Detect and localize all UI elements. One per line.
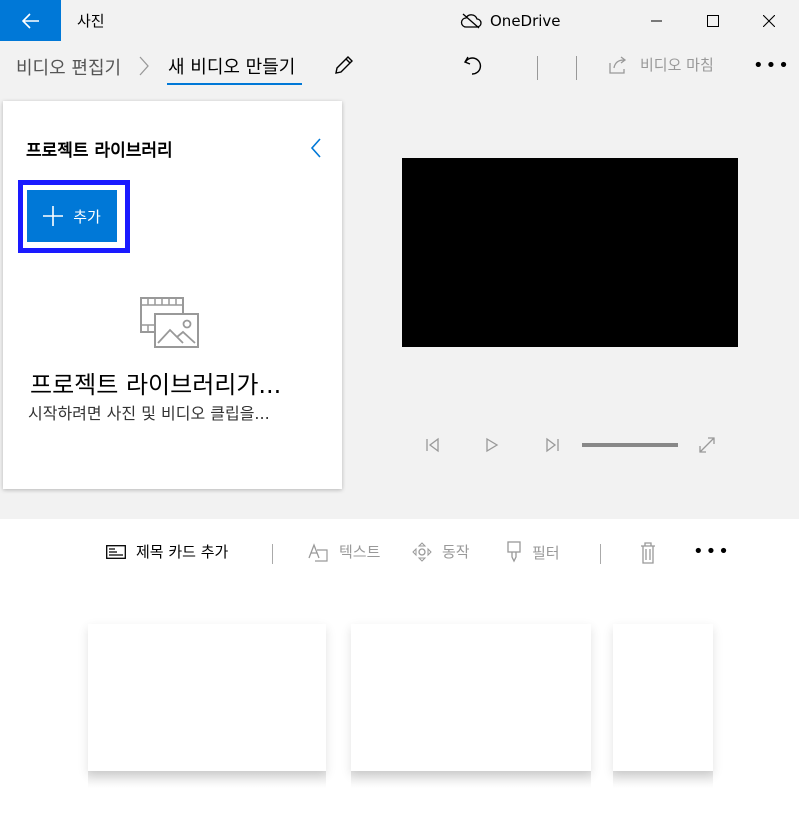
empty-library-subtitle: 시작하려면 사진 및 비디오 클립을... bbox=[28, 404, 270, 423]
play-icon[interactable] bbox=[485, 436, 499, 454]
nav-bar: 비디오 편집기 새 비디오 만들기 비디오 마침 ••• bbox=[0, 41, 799, 93]
motion-button[interactable]: 동작 bbox=[412, 541, 470, 562]
app-title: 사진 bbox=[77, 12, 105, 30]
video-preview[interactable] bbox=[402, 158, 738, 347]
text-button[interactable]: 텍스트 bbox=[307, 541, 380, 562]
close-button[interactable] bbox=[741, 0, 797, 41]
finish-video-label: 비디오 마침 bbox=[640, 56, 714, 74]
toolbar-divider bbox=[600, 544, 601, 564]
motion-icon bbox=[412, 541, 432, 562]
playback-scrubber[interactable] bbox=[582, 443, 678, 447]
text-label: 텍스트 bbox=[339, 543, 381, 561]
chevron-right-icon bbox=[139, 56, 149, 76]
text-icon bbox=[308, 542, 328, 562]
arrow-left-icon bbox=[21, 12, 39, 29]
library-title: 프로젝트 라이브러리 bbox=[26, 141, 173, 161]
onedrive-label: OneDrive bbox=[490, 11, 561, 30]
breadcrumb-parent[interactable]: 비디오 편집기 bbox=[16, 54, 121, 80]
storyboard-more-button[interactable]: ••• bbox=[693, 541, 731, 562]
trash-icon[interactable] bbox=[640, 542, 656, 564]
title-card-icon bbox=[106, 544, 126, 559]
add-title-card-button[interactable]: 제목 카드 추가 bbox=[106, 541, 228, 562]
maximize-icon bbox=[707, 14, 719, 27]
more-options-button[interactable]: ••• bbox=[753, 55, 791, 76]
add-button[interactable]: 추가 bbox=[27, 190, 117, 242]
breadcrumb-underline bbox=[167, 83, 302, 85]
close-icon bbox=[763, 14, 775, 27]
motion-label: 동작 bbox=[442, 543, 470, 561]
maximize-button[interactable] bbox=[685, 0, 741, 41]
filter-button[interactable]: 필터 bbox=[506, 541, 560, 563]
toolbar-divider bbox=[272, 544, 273, 564]
plus-icon bbox=[43, 206, 64, 226]
fullscreen-icon[interactable] bbox=[698, 436, 716, 454]
storyboard-slot[interactable] bbox=[613, 624, 713, 771]
add-title-card-label: 제목 카드 추가 bbox=[136, 543, 229, 561]
chevron-left-icon[interactable] bbox=[309, 137, 323, 159]
back-button[interactable] bbox=[0, 0, 61, 41]
add-button-label: 추가 bbox=[73, 207, 101, 226]
filter-brush-icon bbox=[507, 541, 521, 563]
minimize-button[interactable] bbox=[629, 0, 685, 41]
undo-icon[interactable] bbox=[462, 54, 484, 78]
finish-video-button[interactable]: 비디오 마침 bbox=[608, 54, 714, 75]
storyboard-slot[interactable] bbox=[351, 624, 591, 771]
onedrive-status[interactable]: OneDrive bbox=[460, 0, 561, 41]
storyboard-slot[interactable] bbox=[88, 624, 326, 771]
cloud-offline-icon bbox=[460, 13, 482, 28]
toolbar-divider bbox=[576, 56, 577, 80]
project-library-panel: 프로젝트 라이브러리 추가 프로젝트 라이브러리가... 시작하려면 사진 및 … bbox=[3, 101, 342, 489]
share-icon bbox=[609, 55, 627, 74]
step-forward-icon[interactable] bbox=[545, 436, 561, 454]
minimize-icon bbox=[651, 20, 662, 21]
media-placeholder-icon bbox=[140, 297, 199, 348]
filter-label: 필터 bbox=[532, 543, 560, 562]
breadcrumb-current: 새 비디오 만들기 bbox=[168, 57, 296, 78]
empty-library-title: 프로젝트 라이브러리가... bbox=[30, 371, 282, 399]
step-back-icon[interactable] bbox=[424, 436, 440, 454]
pencil-icon[interactable] bbox=[333, 54, 355, 76]
toolbar-divider bbox=[537, 56, 538, 80]
storyboard-panel: 제목 카드 추가 텍스트 동작 필터 ••• bbox=[0, 519, 799, 840]
